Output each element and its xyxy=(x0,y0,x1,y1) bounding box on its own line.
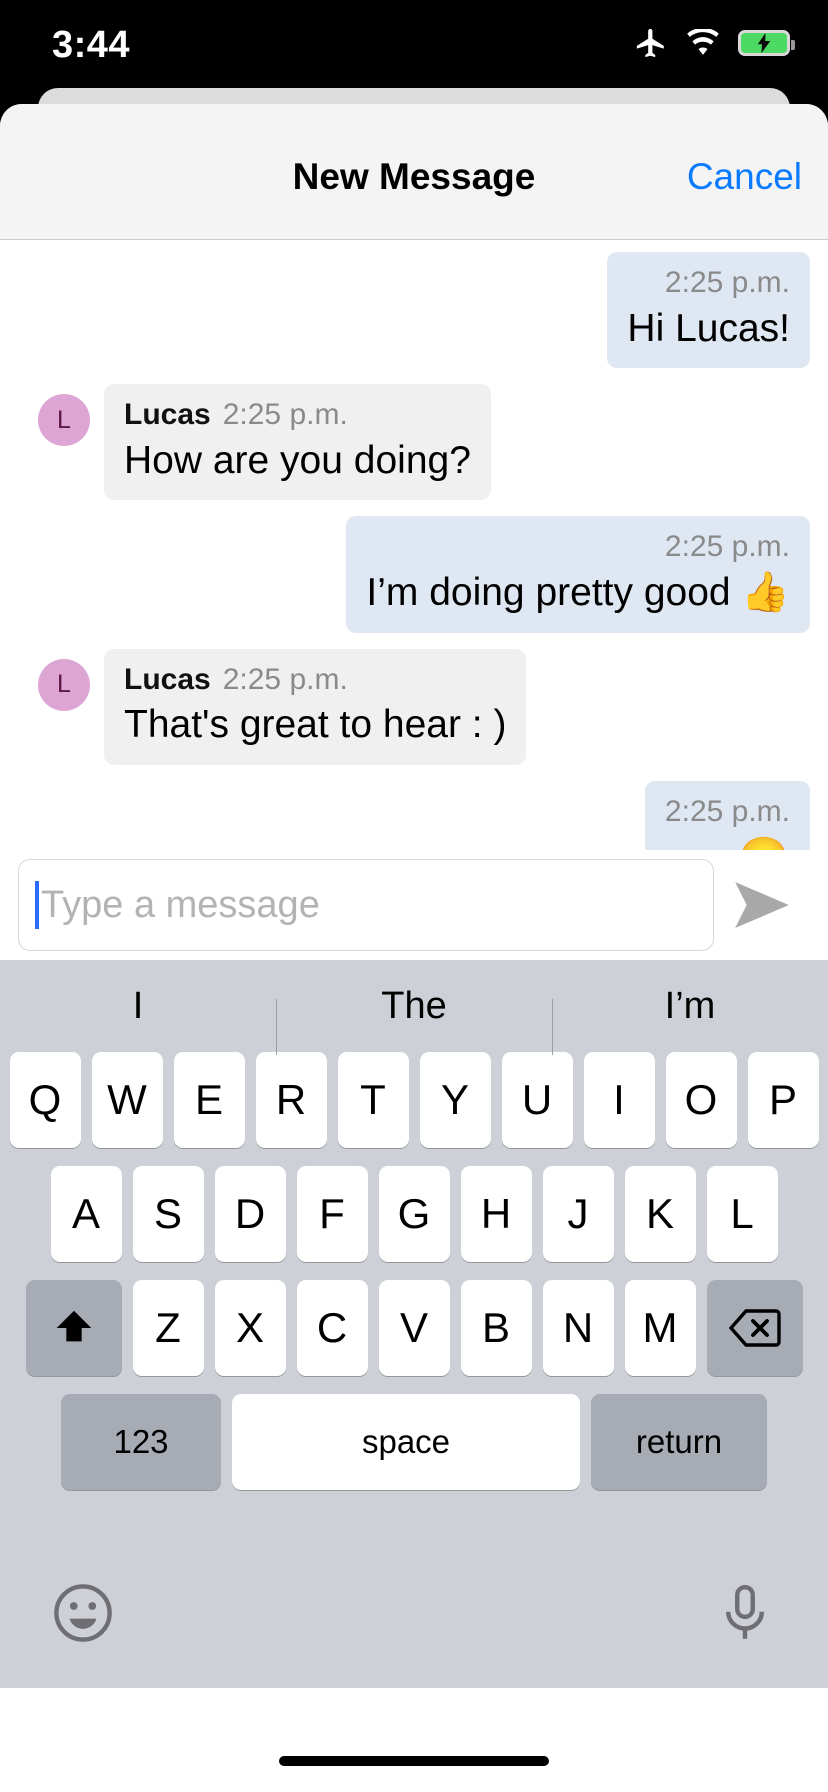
message-timestamp: 2:25 p.m. xyxy=(222,662,348,696)
message-row: 2:25 p.m. I’m doing pretty good 👍 xyxy=(0,516,828,633)
message-bubble-incoming[interactable]: Lucas 2:25 p.m. That's great to hear : ) xyxy=(104,648,527,765)
key-m[interactable]: M xyxy=(624,1280,696,1376)
shift-icon xyxy=(56,1310,91,1342)
message-meta: Lucas 2:25 p.m. xyxy=(124,661,506,699)
message-sender: Lucas xyxy=(124,398,211,432)
status-time: 3:44 xyxy=(52,24,131,66)
key-h[interactable]: H xyxy=(460,1166,532,1262)
battery-charging-icon xyxy=(738,30,795,56)
message-bubble-incoming[interactable]: Lucas 2:25 p.m. How are you doing? xyxy=(104,384,491,501)
sheet-header: New Message Cancel xyxy=(0,104,828,240)
space-key[interactable]: space xyxy=(232,1394,580,1490)
send-icon xyxy=(735,882,789,928)
key-a[interactable]: A xyxy=(50,1166,122,1262)
suggestion-bar: I The I’m xyxy=(0,960,828,1055)
onscreen-keyboard[interactable]: I The I’m Q W E R T Y U I O P A S D F G … xyxy=(0,960,828,1688)
message-text: That's great to hear : ) xyxy=(124,703,507,747)
message-row: 2:25 p.m. Hi Lucas! xyxy=(0,252,828,369)
message-timestamp: 2:25 p.m. xyxy=(664,530,790,564)
emoji-icon[interactable] xyxy=(52,1582,114,1644)
status-icon-group xyxy=(634,26,795,60)
text-cursor xyxy=(35,881,39,929)
message-timestamp: 2:25 p.m. xyxy=(664,266,790,299)
key-p[interactable]: P xyxy=(747,1052,819,1148)
message-timestamp: 2:25 p.m. xyxy=(222,398,348,432)
return-key[interactable]: return xyxy=(591,1394,767,1490)
message-bubble-outgoing[interactable]: 2:25 p.m. I’m doing pretty good 👍 xyxy=(346,516,810,633)
message-text: How are you doing? xyxy=(124,438,471,482)
key-q[interactable]: Q xyxy=(9,1052,81,1148)
key-z[interactable]: Z xyxy=(132,1280,204,1376)
key-g[interactable]: G xyxy=(378,1166,450,1262)
composer-bar: Type a message xyxy=(0,850,828,960)
keyboard-row-3: Z X C V B N M xyxy=(0,1280,828,1376)
message-sender: Lucas xyxy=(124,662,211,696)
message-list[interactable]: 2:25 p.m. Hi Lucas! L Lucas 2:25 p.m. How… xyxy=(0,240,828,901)
delete-icon xyxy=(728,1309,781,1347)
key-s[interactable]: S xyxy=(132,1166,204,1262)
microphone-icon[interactable] xyxy=(714,1582,776,1644)
keyboard-row-2: A S D F G H J K L xyxy=(0,1166,828,1262)
key-c[interactable]: C xyxy=(296,1280,368,1376)
phone-screen: 3:44 New Message Cancel 2:25 p.m. Hi Luc… xyxy=(0,0,828,1792)
suggestion-item[interactable]: I’m xyxy=(552,985,828,1055)
key-j[interactable]: J xyxy=(542,1166,614,1262)
numbers-key[interactable]: 123 xyxy=(61,1394,221,1490)
wifi-icon xyxy=(687,29,719,55)
key-y[interactable]: Y xyxy=(419,1052,491,1148)
key-n[interactable]: N xyxy=(542,1280,614,1376)
delete-key[interactable] xyxy=(706,1280,803,1376)
key-r[interactable]: R xyxy=(255,1052,327,1148)
key-t[interactable]: T xyxy=(337,1052,409,1148)
message-timestamp: 2:25 p.m. xyxy=(664,794,790,828)
key-k[interactable]: K xyxy=(624,1166,696,1262)
suggestion-item[interactable]: The xyxy=(276,985,552,1055)
message-input[interactable]: Type a message xyxy=(18,859,714,951)
key-d[interactable]: D xyxy=(214,1166,286,1262)
key-v[interactable]: V xyxy=(378,1280,450,1376)
avatar[interactable]: L xyxy=(38,394,90,447)
home-indicator xyxy=(279,1756,549,1766)
message-row: L Lucas 2:25 p.m. That's great to hear : … xyxy=(0,648,828,765)
suggestion-item[interactable]: I xyxy=(0,985,276,1028)
keyboard-bottom-bar xyxy=(0,1538,828,1688)
message-meta: Lucas 2:25 p.m. xyxy=(124,396,471,434)
key-l[interactable]: L xyxy=(706,1166,778,1262)
send-button[interactable] xyxy=(714,882,810,928)
message-text: I’m doing pretty good 👍 xyxy=(366,570,790,614)
keyboard-row-4: 123 space return xyxy=(0,1394,828,1490)
key-w[interactable]: W xyxy=(91,1052,163,1148)
key-f[interactable]: F xyxy=(296,1166,368,1262)
message-text: Hi Lucas! xyxy=(627,306,790,350)
key-i[interactable]: I xyxy=(583,1052,655,1148)
keyboard-row-1: Q W E R T Y U I O P xyxy=(0,1052,828,1148)
avatar[interactable]: L xyxy=(38,658,90,711)
key-e[interactable]: E xyxy=(173,1052,245,1148)
message-input-placeholder: Type a message xyxy=(41,883,320,926)
key-u[interactable]: U xyxy=(501,1052,573,1148)
message-bubble-outgoing[interactable]: 2:25 p.m. Hi Lucas! xyxy=(607,252,810,369)
key-o[interactable]: O xyxy=(665,1052,737,1148)
shift-key[interactable] xyxy=(25,1280,122,1376)
cancel-button[interactable]: Cancel xyxy=(687,156,802,198)
key-b[interactable]: B xyxy=(460,1280,532,1376)
airplane-mode-icon xyxy=(636,28,664,58)
status-bar: 3:44 xyxy=(0,0,828,92)
key-x[interactable]: X xyxy=(214,1280,286,1376)
message-row: L Lucas 2:25 p.m. How are you doing? xyxy=(0,384,828,501)
